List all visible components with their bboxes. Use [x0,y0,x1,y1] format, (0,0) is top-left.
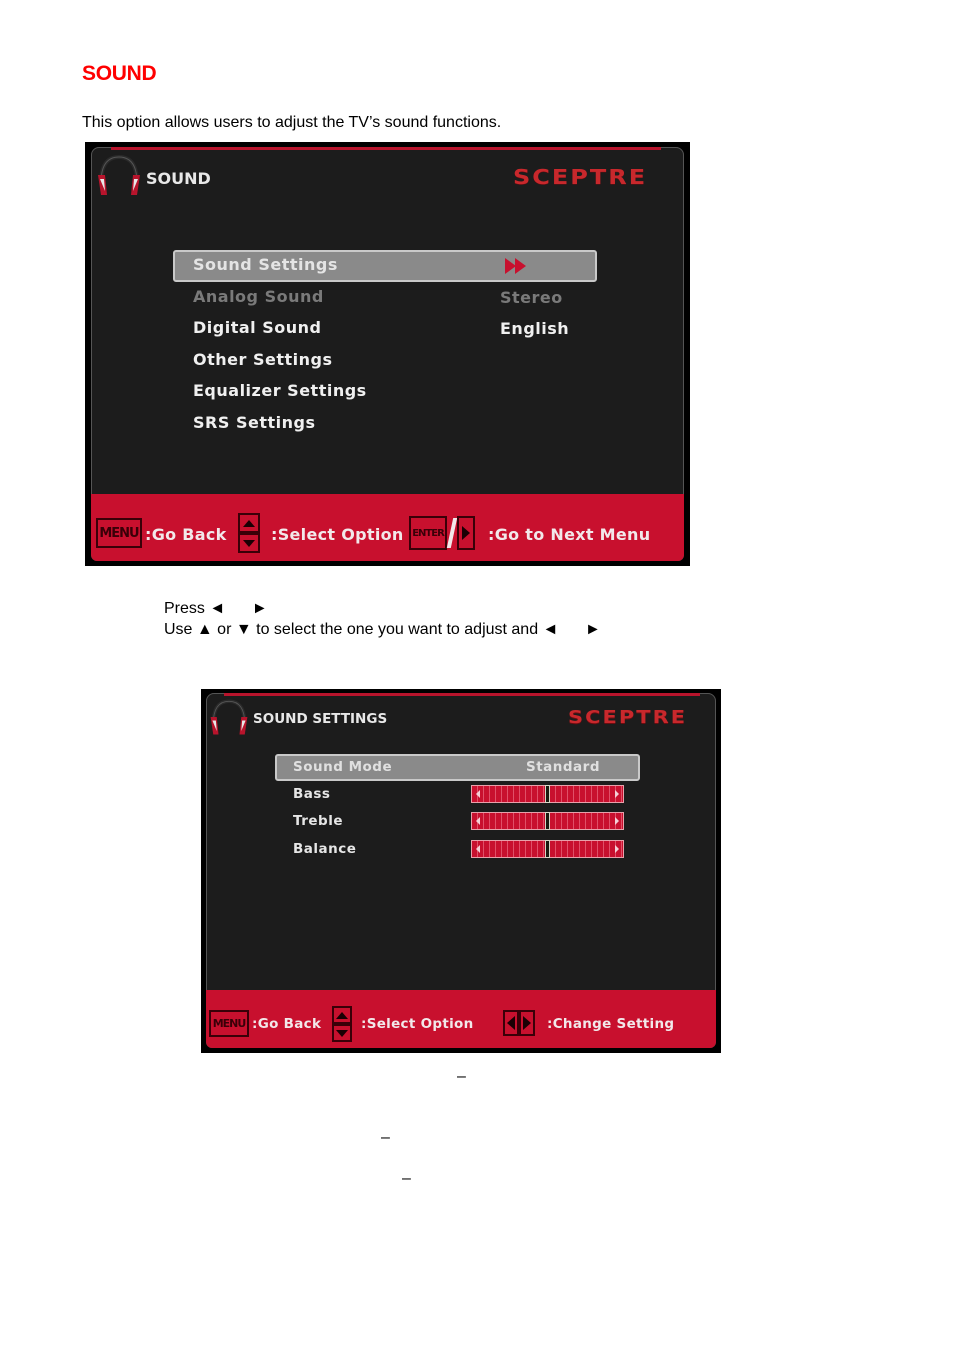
headphones-icon [98,154,140,195]
menu-item-srs-settings[interactable]: SRS Settings [193,413,315,432]
menu-item-analog-sound: Analog Sound [193,286,324,306]
fast-forward-icon [505,258,526,274]
menu-value: Stereo [500,287,563,307]
down-arrow-icon [238,533,260,553]
menu-item-digital-sound[interactable]: Digital Sound [193,318,321,337]
balance-slider[interactable] [471,839,624,858]
sceptre-logo: SCEPTRE [513,165,648,189]
slider-left-arrow-icon[interactable] [476,790,480,798]
enter-key-icon: ENTER [409,516,447,550]
osd-footer-bar: MENU :Go Back :Select Option ENTER :Go t… [91,494,684,561]
menu-item-equalizer-settings[interactable]: Equalizer Settings [193,381,367,400]
instruction-line-1: Press ◄ ► [164,600,268,617]
right-key-icon [457,516,475,550]
slider-right-arrow-icon[interactable] [615,817,619,826]
menu-item-other-settings[interactable]: Other Settings [193,350,332,369]
treble-slider[interactable] [471,812,624,831]
osd-footer-bar: MENU :Go Back :Select Option :Change Set… [206,990,716,1048]
slash-separator [446,518,458,548]
intro-paragraph: This option allows users to adjust the T… [82,114,502,131]
left-key-icon [503,1010,519,1036]
osd-title: SOUND SETTINGS [253,711,388,727]
text-dash: – [381,1129,390,1146]
sound-settings-screenshot: SOUND SETTINGS SCEPTRE Sound Mode Standa… [201,689,721,1053]
sound-menu-panel: SOUND SCEPTRE MENU :Go Back :Select Opti… [91,147,684,561]
slider-left-arrow-icon[interactable] [476,817,480,826]
slider-thumb[interactable] [545,812,550,831]
text-dash: – [457,1068,466,1085]
slider-thumb[interactable] [545,839,550,858]
menu-value: English [500,319,570,339]
sound-settings-panel: SOUND SETTINGS SCEPTRE Sound Mode Standa… [206,693,716,1048]
change-setting-hint: :Change Setting [547,1016,675,1032]
select-option-hint: :Select Option [361,1016,474,1032]
sound-mode-label: Sound Mode [293,759,393,775]
up-down-key-icon [238,513,260,553]
go-back-hint: :Go Back [145,525,227,544]
bass-slider[interactable] [471,785,624,803]
instruction-line-2: Use ▲ or ▼ to select the one you want to… [164,621,601,638]
sound-menu-screenshot: SOUND SCEPTRE MENU :Go Back :Select Opti… [85,142,690,566]
slider-thumb[interactable] [545,785,550,803]
up-down-key-icon [332,1006,352,1042]
sceptre-logo: SCEPTRE [568,706,688,728]
text-dash: – [402,1170,411,1187]
menu-key-icon: MENU [209,1010,249,1037]
headphones-icon [210,699,248,735]
right-key-icon [519,1010,535,1036]
menu-item-sound-settings[interactable]: Sound Settings [193,255,338,274]
osd-title: SOUND [146,169,211,188]
down-arrow-icon [332,1024,352,1042]
top-accent-line [111,147,661,150]
top-accent-line [224,693,700,696]
next-menu-hint: :Go to Next Menu [488,525,651,544]
menu-key-icon: MENU [96,518,142,548]
up-arrow-icon [238,513,260,533]
balance-label: Balance [293,840,357,857]
slider-left-arrow-icon[interactable] [476,844,480,853]
sound-mode-value[interactable]: Standard [526,759,600,775]
go-back-hint: :Go Back [252,1016,322,1032]
select-option-hint: :Select Option [271,525,404,544]
up-arrow-icon [332,1006,352,1024]
slider-right-arrow-icon[interactable] [615,844,619,853]
slider-right-arrow-icon[interactable] [615,790,619,798]
treble-label: Treble [293,813,343,830]
section-heading: SOUND [82,62,157,85]
bass-label: Bass [293,786,331,802]
